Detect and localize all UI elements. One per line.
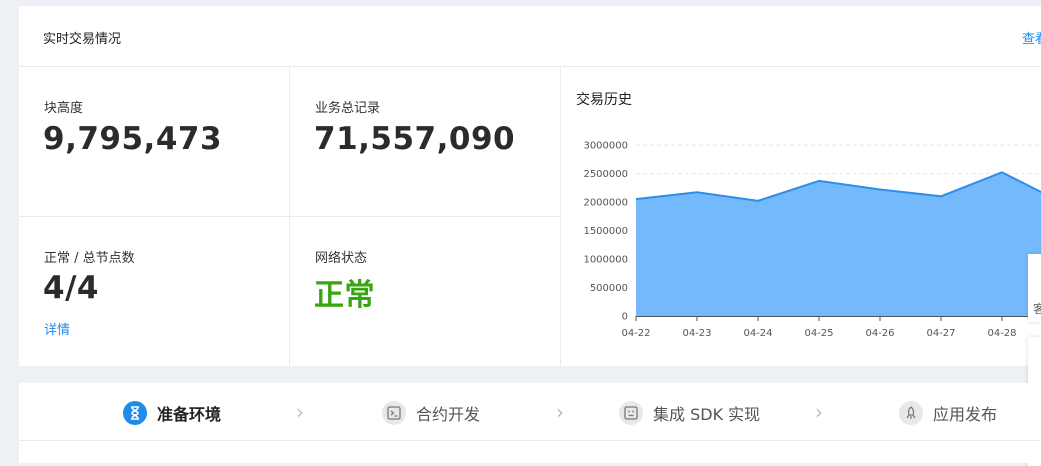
sdk-face-icon	[619, 401, 643, 425]
nodes-value: 4/4	[43, 270, 99, 306]
card-header: 实时交易情况 查看	[19, 6, 1041, 67]
rocket-icon	[899, 401, 923, 425]
chevron-right-icon: ›	[556, 400, 564, 424]
steps-divider	[19, 440, 1041, 441]
y-tick-label: 1500000	[583, 226, 628, 237]
network-status-label: 网络状态	[315, 247, 367, 266]
view-more-link[interactable]: 查看	[1022, 28, 1041, 47]
y-tick-label: 2500000	[583, 169, 628, 180]
chart-title: 交易历史	[576, 89, 632, 109]
x-tick-label: 04-27	[926, 328, 955, 339]
block-height-stat: 块高度 9,795,473	[19, 67, 290, 217]
y-tick-label: 0	[622, 312, 628, 323]
network-status-stat: 网络状态 正常	[290, 217, 561, 366]
step-label: 准备环境	[157, 401, 221, 425]
network-status-value: 正常	[314, 270, 375, 314]
nodes-stat: 正常 / 总节点数 4/4 详情	[19, 217, 290, 366]
y-tick-label: 1000000	[583, 255, 628, 266]
nodes-detail-link[interactable]: 详情	[44, 319, 70, 338]
step-integrate-sdk[interactable]: 集成 SDK 实现	[619, 401, 760, 425]
area-fill	[636, 172, 1041, 316]
block-height-value: 9,795,473	[43, 121, 222, 157]
x-tick-label: 04-28	[987, 328, 1016, 339]
x-tick-label: 04-23	[682, 328, 711, 339]
x-tick-label: 04-25	[804, 328, 833, 339]
chevron-right-icon: ›	[815, 400, 823, 424]
block-height-label: 块高度	[44, 97, 83, 116]
step-label: 集成 SDK 实现	[653, 401, 760, 425]
y-tick-label: 500000	[590, 283, 628, 294]
nodes-label: 正常 / 总节点数	[44, 247, 135, 266]
chevron-right-icon: ›	[296, 400, 304, 424]
total-records-value: 71,557,090	[314, 121, 515, 157]
step-label: 应用发布	[933, 401, 997, 425]
x-tick-label: 04-26	[865, 328, 894, 339]
realtime-transactions-card: 实时交易情况 查看 块高度 9,795,473 业务总记录 71,557,090…	[19, 6, 1041, 366]
y-tick-label: 3000000	[583, 141, 628, 152]
total-records-stat: 业务总记录 71,557,090	[290, 67, 561, 217]
steps-bar: 准备环境 › 合约开发 › 集成 SDK 实现 › 应用发布	[19, 383, 1041, 463]
card-title: 实时交易情况	[43, 28, 121, 47]
step-contract-dev[interactable]: 合约开发	[382, 401, 480, 425]
side-tab-label: 客	[1033, 300, 1041, 317]
total-records-label: 业务总记录	[315, 97, 380, 116]
terminal-icon	[382, 401, 406, 425]
hourglass-icon	[123, 401, 147, 425]
x-tick-label: 04-24	[743, 328, 772, 339]
x-tick-label: 04-22	[621, 328, 650, 339]
y-tick-label: 2000000	[583, 198, 628, 209]
step-prepare-env[interactable]: 准备环境	[123, 401, 221, 425]
step-app-release[interactable]: 应用发布	[899, 401, 997, 425]
step-label: 合约开发	[416, 401, 480, 425]
side-tab-customer[interactable]: 客	[1028, 254, 1041, 322]
transaction-history-chart: 0 500000 1000000 1500000 2000000 2500000 30000…	[560, 126, 1041, 351]
